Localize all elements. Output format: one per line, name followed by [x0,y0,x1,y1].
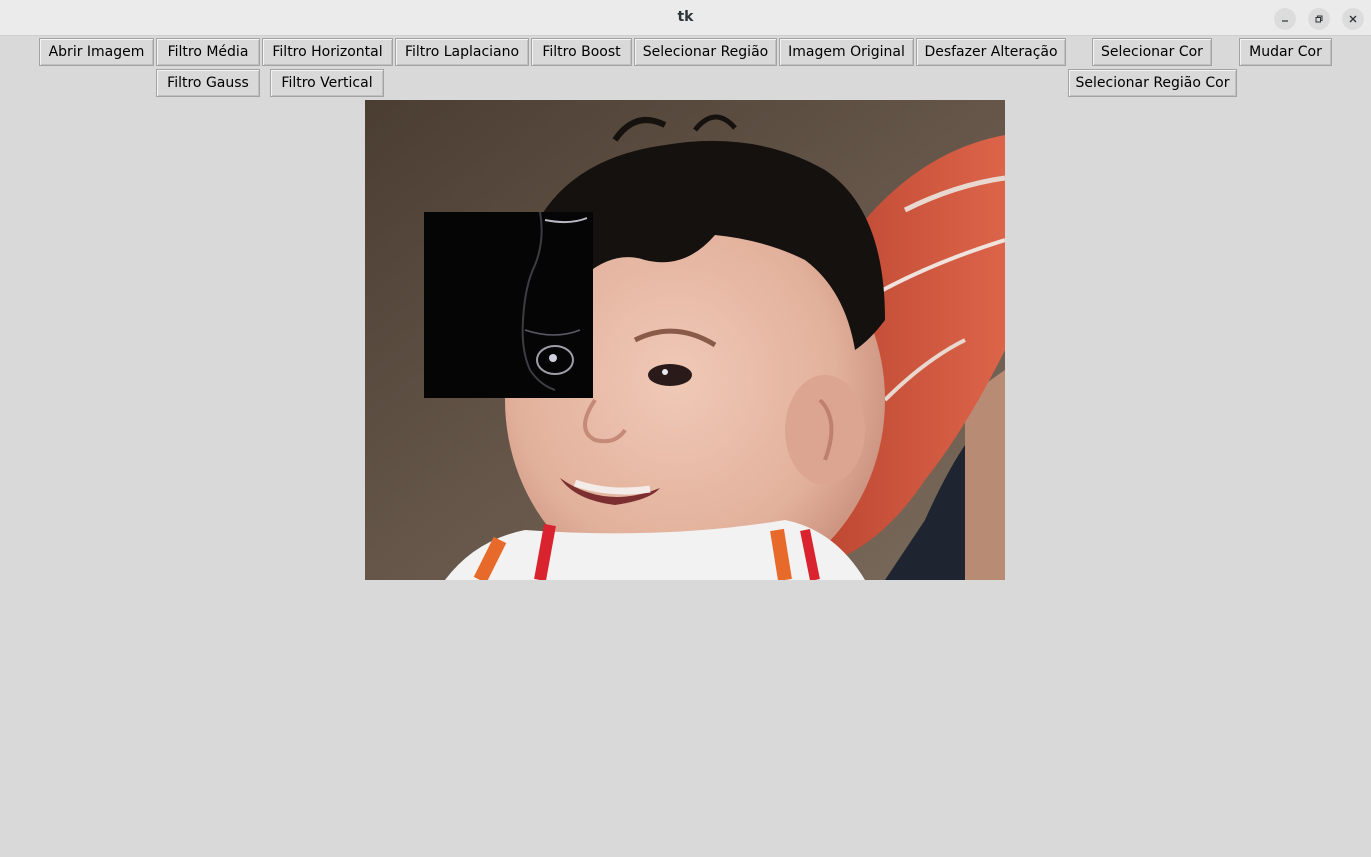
selecionar-regiao-cor-button[interactable]: Selecionar Região Cor [1068,69,1237,97]
filtro-boost-button[interactable]: Filtro Boost [531,38,632,66]
abrir-imagem-button[interactable]: Abrir Imagem [39,38,154,66]
close-icon[interactable] [1342,8,1364,30]
app-window: tk Abrir Imagem Filtro Média Filtro Hori… [0,0,1371,857]
minimize-icon[interactable] [1274,8,1296,30]
window-title: tk [677,9,694,25]
filtro-vertical-button[interactable]: Filtro Vertical [270,69,384,97]
baby-photo [365,100,1005,580]
desfazer-alteracao-button[interactable]: Desfazer Alteração [916,38,1066,66]
selecionar-cor-button[interactable]: Selecionar Cor [1092,38,1212,66]
filtro-horizontal-button[interactable]: Filtro Horizontal [262,38,393,66]
filtro-laplaciano-button[interactable]: Filtro Laplaciano [395,38,529,66]
selecionar-regiao-button[interactable]: Selecionar Região [634,38,777,66]
image-canvas[interactable] [365,100,1005,580]
imagem-original-button[interactable]: Imagem Original [779,38,914,66]
filtro-gauss-button[interactable]: Filtro Gauss [156,69,260,97]
title-bar[interactable]: tk [0,0,1371,36]
filtro-media-button[interactable]: Filtro Média [156,38,260,66]
mudar-cor-button[interactable]: Mudar Cor [1239,38,1332,66]
maximize-icon[interactable] [1308,8,1330,30]
